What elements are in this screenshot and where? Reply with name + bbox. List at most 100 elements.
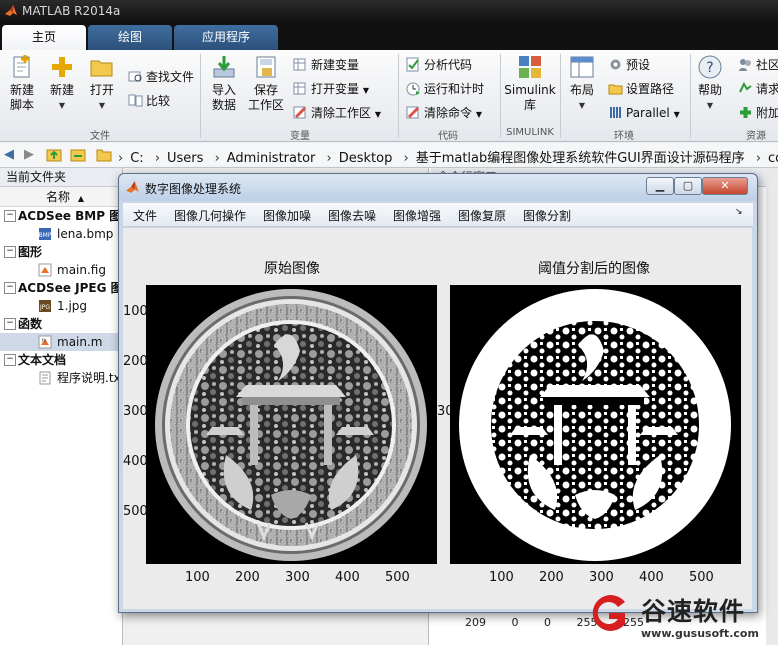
maximize-icon: ▢: [682, 179, 694, 192]
tab-apps[interactable]: 应用程序: [174, 25, 278, 50]
close-button[interactable]: ✕: [702, 177, 748, 195]
figure-canvas: 原始图像 100 200 300 400 500 100 200 300 400…: [123, 228, 752, 609]
output-value: 209: [465, 616, 486, 629]
svg-text:fx: fx: [42, 338, 47, 344]
import-data-label: 导入 数据: [211, 83, 236, 112]
file-list-item-selected[interactable]: fx main.m: [0, 333, 122, 351]
figure-title-bar[interactable]: 数字图像处理系统 ▁ ▢ ✕: [119, 174, 757, 201]
menu-overflow-icon[interactable]: ↘: [735, 207, 743, 217]
clear-commands-button[interactable]: 清除命令 ▼: [406, 103, 482, 123]
parallel-label: Parallel: [626, 106, 670, 120]
file-group-header[interactable]: 图形: [0, 243, 122, 261]
watermark-logo-icon: [592, 595, 625, 631]
preferences-button[interactable]: 预设: [608, 55, 650, 75]
breadcrumb-separator-icon: ›: [755, 151, 762, 166]
back-arrow-icon[interactable]: ◀: [4, 147, 14, 162]
breadcrumb-item[interactable]: Users: [167, 151, 203, 166]
x-tick-label: 300: [589, 570, 614, 585]
import-data-button[interactable]: 导入 数据: [206, 54, 242, 113]
ribbon-tab-bar: 主页 绘图 应用程序: [0, 22, 778, 50]
preferences-label: 预设: [626, 58, 651, 72]
parallel-icon: [608, 105, 623, 120]
breadcrumb-item[interactable]: C:: [130, 151, 143, 166]
new-dropdown-icon: ▼: [58, 101, 66, 110]
breadcrumb-item[interactable]: 基于matlab编程图像处理系统软件GUI界面设计源码程序: [416, 151, 745, 166]
output-value: 0: [511, 616, 519, 629]
original-image: [146, 285, 437, 564]
tab-home[interactable]: 主页: [2, 25, 86, 50]
ribbon-toolstrip: 新建 脚本 新建 ▼ 打开 ▼ 查找文件 比较 文件 导入 数据 保存 工作区 …: [0, 50, 778, 142]
y-tick-label: 100: [123, 304, 148, 319]
parallel-button[interactable]: Parallel ▼: [608, 103, 680, 123]
run-and-time-button[interactable]: 运行和计时: [406, 79, 484, 99]
file-group-header[interactable]: ACDSee JPEG 图像: [0, 279, 122, 297]
file-group-header[interactable]: ACDSee BMP 图像: [0, 207, 122, 225]
minimize-button[interactable]: ▁: [646, 177, 674, 195]
community-button[interactable]: 社区: [738, 55, 778, 75]
menu-geometry[interactable]: 图像几何操作: [174, 207, 246, 224]
right-axis-title: 阈值分割后的图像: [538, 261, 650, 277]
new-button[interactable]: 新建 ▼: [46, 54, 78, 113]
file-list-item[interactable]: JPG 1.jpg: [0, 297, 122, 315]
svg-text:JPG: JPG: [39, 304, 50, 311]
file-group-header[interactable]: 文本文档: [0, 351, 122, 369]
file-list-item[interactable]: BMP lena.bmp: [0, 225, 122, 243]
open-label: 打开: [89, 83, 114, 97]
menu-restore[interactable]: 图像复原: [458, 207, 506, 224]
vertical-scrollbar[interactable]: [766, 168, 778, 645]
save-workspace-button[interactable]: 保存 工作区: [246, 54, 286, 113]
menu-file[interactable]: 文件: [133, 207, 157, 224]
new-script-button[interactable]: 新建 脚本: [4, 54, 40, 113]
up-folder-icon[interactable]: [46, 147, 62, 167]
menu-segment[interactable]: 图像分割: [523, 207, 571, 224]
x-tick-label: 200: [235, 570, 260, 585]
compare-icon: [128, 93, 143, 108]
x-tick-label: 500: [385, 570, 410, 585]
folder-open-icon: [89, 54, 115, 80]
maximize-button[interactable]: ▢: [674, 177, 702, 195]
figure-menu-bar: 文件 图像几何操作 图像加噪 图像去噪 图像增强 图像复原 图像分割 ↘: [123, 203, 753, 227]
breadcrumb-separator-icon: ›: [326, 151, 332, 166]
menu-enhance[interactable]: 图像增强: [393, 207, 441, 224]
breadcrumb-item[interactable]: code: [768, 151, 778, 166]
bmp-file-icon: BMP: [39, 228, 52, 240]
watermark-url: www.gususoft.com: [641, 627, 759, 640]
find-files-button[interactable]: 查找文件: [128, 67, 194, 87]
breadcrumb-item[interactable]: Administrator: [227, 151, 316, 166]
addons-button[interactable]: 附加: [738, 103, 778, 123]
clear-workspace-button[interactable]: 清除工作区 ▼: [293, 103, 381, 123]
open-button[interactable]: 打开 ▼: [86, 54, 118, 113]
analyze-code-button[interactable]: 分析代码: [406, 55, 472, 75]
name-column-header[interactable]: 名称 ▲: [0, 187, 122, 207]
set-path-button[interactable]: 设置路径: [608, 79, 674, 99]
forward-arrow-icon[interactable]: ▶: [24, 147, 34, 162]
file-list-item[interactable]: 程序说明.txt: [0, 369, 122, 387]
x-tick-label: 100: [489, 570, 514, 585]
breadcrumb-separator-icon: ›: [403, 151, 409, 166]
parallel-dropdown-icon: ▼: [673, 110, 680, 119]
menu-denoise[interactable]: 图像去噪: [328, 207, 376, 224]
help-label: 帮助: [697, 83, 722, 97]
browse-folder-icon[interactable]: [70, 147, 86, 167]
matlab-title-bar: MATLAB R2014a: [0, 0, 778, 22]
layout-button[interactable]: 布局 ▼: [566, 54, 598, 113]
breadcrumb-item[interactable]: Desktop: [339, 151, 393, 166]
new-plus-icon: [49, 54, 75, 80]
tab-plots[interactable]: 绘图: [88, 25, 172, 50]
simulink-library-button[interactable]: Simulink 库: [504, 54, 556, 113]
file-group-header[interactable]: 函数: [0, 315, 122, 333]
current-folder-panel: 当前文件夹 名称 ▲ ACDSee BMP 图像 BMP lena.bmp 图形…: [0, 168, 123, 645]
request-support-button[interactable]: 请求: [738, 79, 778, 99]
name-column-label: 名称: [46, 190, 71, 204]
clear-workspace-dropdown-icon: ▼: [374, 110, 381, 119]
open-variable-button[interactable]: 打开变量 ▼: [293, 79, 369, 99]
breadcrumb-separator-icon: ›: [154, 151, 161, 166]
x-tick-label: 500: [689, 570, 714, 585]
help-button[interactable]: ? 帮助 ▼: [694, 54, 726, 113]
new-variable-button[interactable]: 新建变量: [293, 55, 359, 75]
gear-icon: [608, 57, 623, 72]
compare-button[interactable]: 比较: [128, 91, 170, 111]
analyze-code-label: 分析代码: [424, 58, 473, 72]
menu-add-noise[interactable]: 图像加噪: [263, 207, 311, 224]
file-list-item[interactable]: main.fig: [0, 261, 122, 279]
